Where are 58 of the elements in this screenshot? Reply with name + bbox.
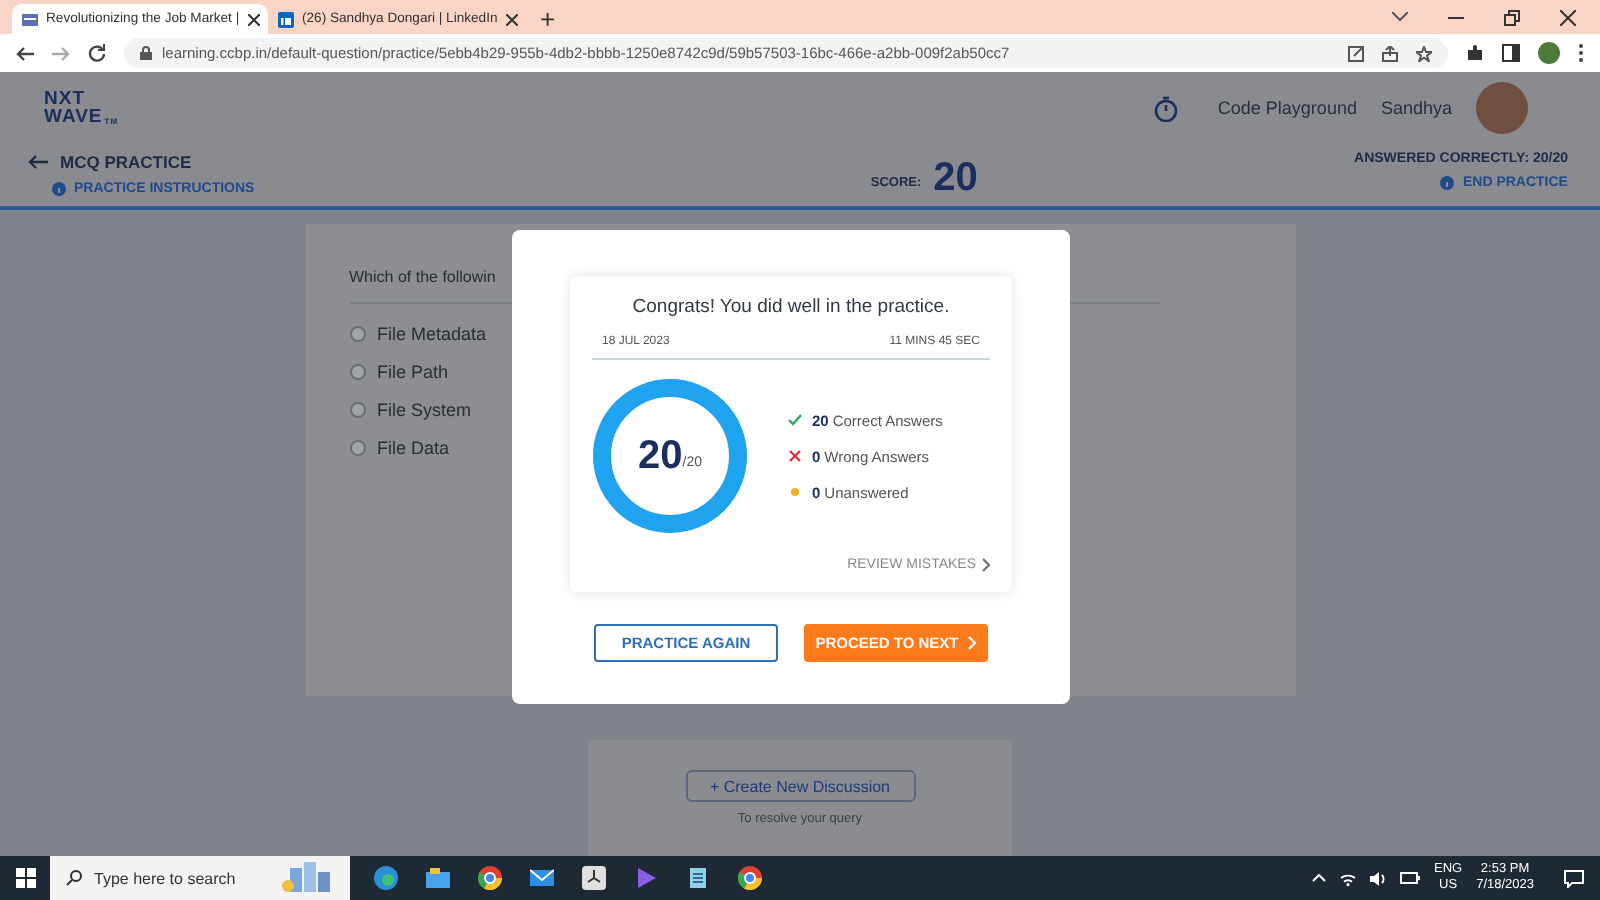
page-title: MCQ PRACTICE xyxy=(60,152,192,172)
media-player-icon[interactable] xyxy=(634,866,658,890)
avatar-icon[interactable] xyxy=(1538,42,1560,64)
edge-icon[interactable] xyxy=(374,866,398,890)
close-icon[interactable] xyxy=(1560,9,1576,25)
logo-text: WAVE xyxy=(44,108,103,126)
radio-button[interactable] xyxy=(349,440,365,456)
chrome-icon[interactable] xyxy=(738,866,762,890)
score-value: 20 xyxy=(638,433,683,479)
file-explorer-icon[interactable] xyxy=(426,866,450,890)
stopwatch-icon[interactable] xyxy=(1153,95,1178,121)
cross-icon xyxy=(788,450,802,462)
create-discussion-button[interactable]: + Create New Discussion xyxy=(685,770,915,802)
dot-icon xyxy=(788,486,802,498)
external-link-icon[interactable] xyxy=(1348,45,1364,61)
minimize-icon[interactable] xyxy=(1448,15,1464,19)
maximize-icon[interactable] xyxy=(1504,9,1520,25)
back-arrow-icon[interactable] xyxy=(16,45,34,61)
page-icon xyxy=(22,11,38,27)
check-icon xyxy=(788,414,802,426)
score-value: 20 xyxy=(933,156,978,202)
close-icon[interactable] xyxy=(247,13,260,25)
option-label[interactable]: File System xyxy=(377,400,472,420)
search-icon xyxy=(66,870,82,886)
windows-icon[interactable] xyxy=(15,868,35,888)
chevron-right-icon xyxy=(968,636,977,650)
info-icon[interactable] xyxy=(1440,176,1455,190)
reload-icon[interactable] xyxy=(88,44,106,62)
user-name: Sandhya xyxy=(1380,98,1452,118)
share-icon[interactable] xyxy=(1382,45,1398,61)
battery-icon[interactable] xyxy=(1399,872,1420,884)
chrome-icon[interactable] xyxy=(478,866,502,890)
lock-icon xyxy=(140,46,152,60)
speaker-icon[interactable] xyxy=(1369,871,1386,885)
more-icon[interactable] xyxy=(1578,44,1584,62)
taskbar-search-field[interactable]: Type here to search xyxy=(50,856,350,900)
chevron-up-icon[interactable] xyxy=(1311,874,1326,882)
notepad-icon[interactable] xyxy=(686,866,710,890)
code-playground-link[interactable]: Code Playground xyxy=(1217,98,1357,118)
option-label[interactable]: File Metadata xyxy=(377,324,487,344)
wifi-icon[interactable] xyxy=(1339,871,1356,885)
radio-button[interactable] xyxy=(349,326,365,342)
notification-icon[interactable] xyxy=(1564,869,1584,887)
chevron-right-icon xyxy=(982,558,990,572)
star-icon[interactable] xyxy=(1416,45,1432,61)
back-arrow-icon[interactable] xyxy=(28,154,48,170)
radio-button[interactable] xyxy=(349,402,365,418)
logo-text: NXT xyxy=(44,90,85,108)
option-label[interactable]: File Path xyxy=(377,362,449,382)
chevron-down-icon[interactable] xyxy=(1392,12,1408,22)
radio-button[interactable] xyxy=(349,364,365,380)
close-icon[interactable] xyxy=(505,13,518,25)
sidebar-icon[interactable] xyxy=(1502,44,1520,62)
linkedin-icon xyxy=(278,11,294,27)
option-label[interactable]: File Data xyxy=(377,438,450,458)
new-tab-button[interactable]: + xyxy=(540,4,556,34)
info-icon[interactable] xyxy=(52,182,66,196)
mail-icon[interactable] xyxy=(530,868,554,888)
